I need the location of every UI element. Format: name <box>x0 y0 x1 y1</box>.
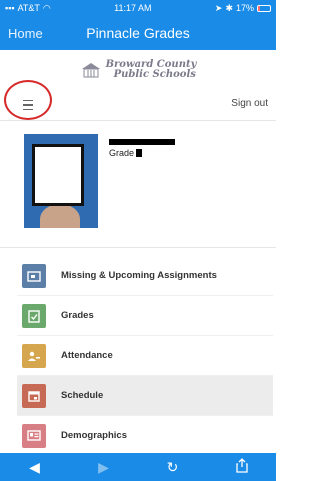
assignments-icon <box>22 263 46 288</box>
carrier-label: AT&T <box>17 3 40 13</box>
wifi-icon: ◠ <box>42 2 51 13</box>
share-icon[interactable] <box>222 458 262 476</box>
menu-item-assignments[interactable]: Missing & Upcoming Assignments <box>17 256 273 296</box>
status-bar: ▪▪▪ AT&T ◠ 11:17 AM ➤ ✱ 17% <box>0 0 276 16</box>
menu-label: Grades <box>61 310 94 321</box>
redacted-face <box>32 144 84 206</box>
menu-item-schedule[interactable]: Schedule <box>17 376 273 416</box>
menu-item-grades[interactable]: Grades <box>17 296 273 336</box>
redacted-grade <box>136 149 143 157</box>
status-right: ➤ ✱ 17% <box>215 3 271 14</box>
logo-line-2: Public Schools <box>113 69 196 80</box>
menu-label: Schedule <box>61 390 104 401</box>
battery-percent: 17% <box>235 3 254 13</box>
forward-icon[interactable]: ▶ <box>84 459 124 476</box>
student-profile: Grade <box>0 121 276 236</box>
divider <box>0 247 276 248</box>
status-time: 11:17 AM <box>114 3 152 13</box>
photo-body <box>40 204 80 228</box>
back-icon[interactable]: ◀ <box>15 459 55 476</box>
attendance-icon <box>22 343 46 368</box>
menu-label: Demographics <box>61 430 127 441</box>
menu-label: Missing & Upcoming Assignments <box>61 270 217 281</box>
refresh-icon[interactable]: ↻ <box>153 459 193 476</box>
id-card-icon <box>22 423 46 448</box>
signout-link[interactable]: Sign out <box>231 98 268 109</box>
school-building-icon <box>81 63 100 78</box>
menu-item-demographics[interactable]: Demographics <box>17 416 273 456</box>
menu-label: Attendance <box>61 350 113 361</box>
signal-icon: ▪▪▪ <box>5 3 15 13</box>
home-link[interactable]: Home <box>8 26 43 41</box>
calendar-icon <box>22 383 46 408</box>
nav-bar: Home Pinnacle Grades <box>0 16 276 50</box>
grade-line: Grade <box>109 148 143 158</box>
menu-item-attendance[interactable]: Attendance <box>17 336 273 376</box>
battery-icon <box>257 4 271 12</box>
bottom-toolbar: ◀ ▶ ↻ <box>0 453 276 481</box>
redacted-name <box>109 139 175 145</box>
bluetooth-icon: ✱ <box>225 2 233 13</box>
student-photo <box>24 134 98 228</box>
highlight-circle <box>4 80 52 120</box>
logo-text: Broward County Public Schools <box>106 60 197 80</box>
location-icon: ➤ <box>214 2 223 13</box>
main-menu: Missing & Upcoming Assignments Grades At… <box>17 256 273 456</box>
grades-icon <box>22 303 46 328</box>
status-left: ▪▪▪ AT&T ◠ <box>5 3 51 14</box>
grade-label: Grade <box>109 148 135 158</box>
